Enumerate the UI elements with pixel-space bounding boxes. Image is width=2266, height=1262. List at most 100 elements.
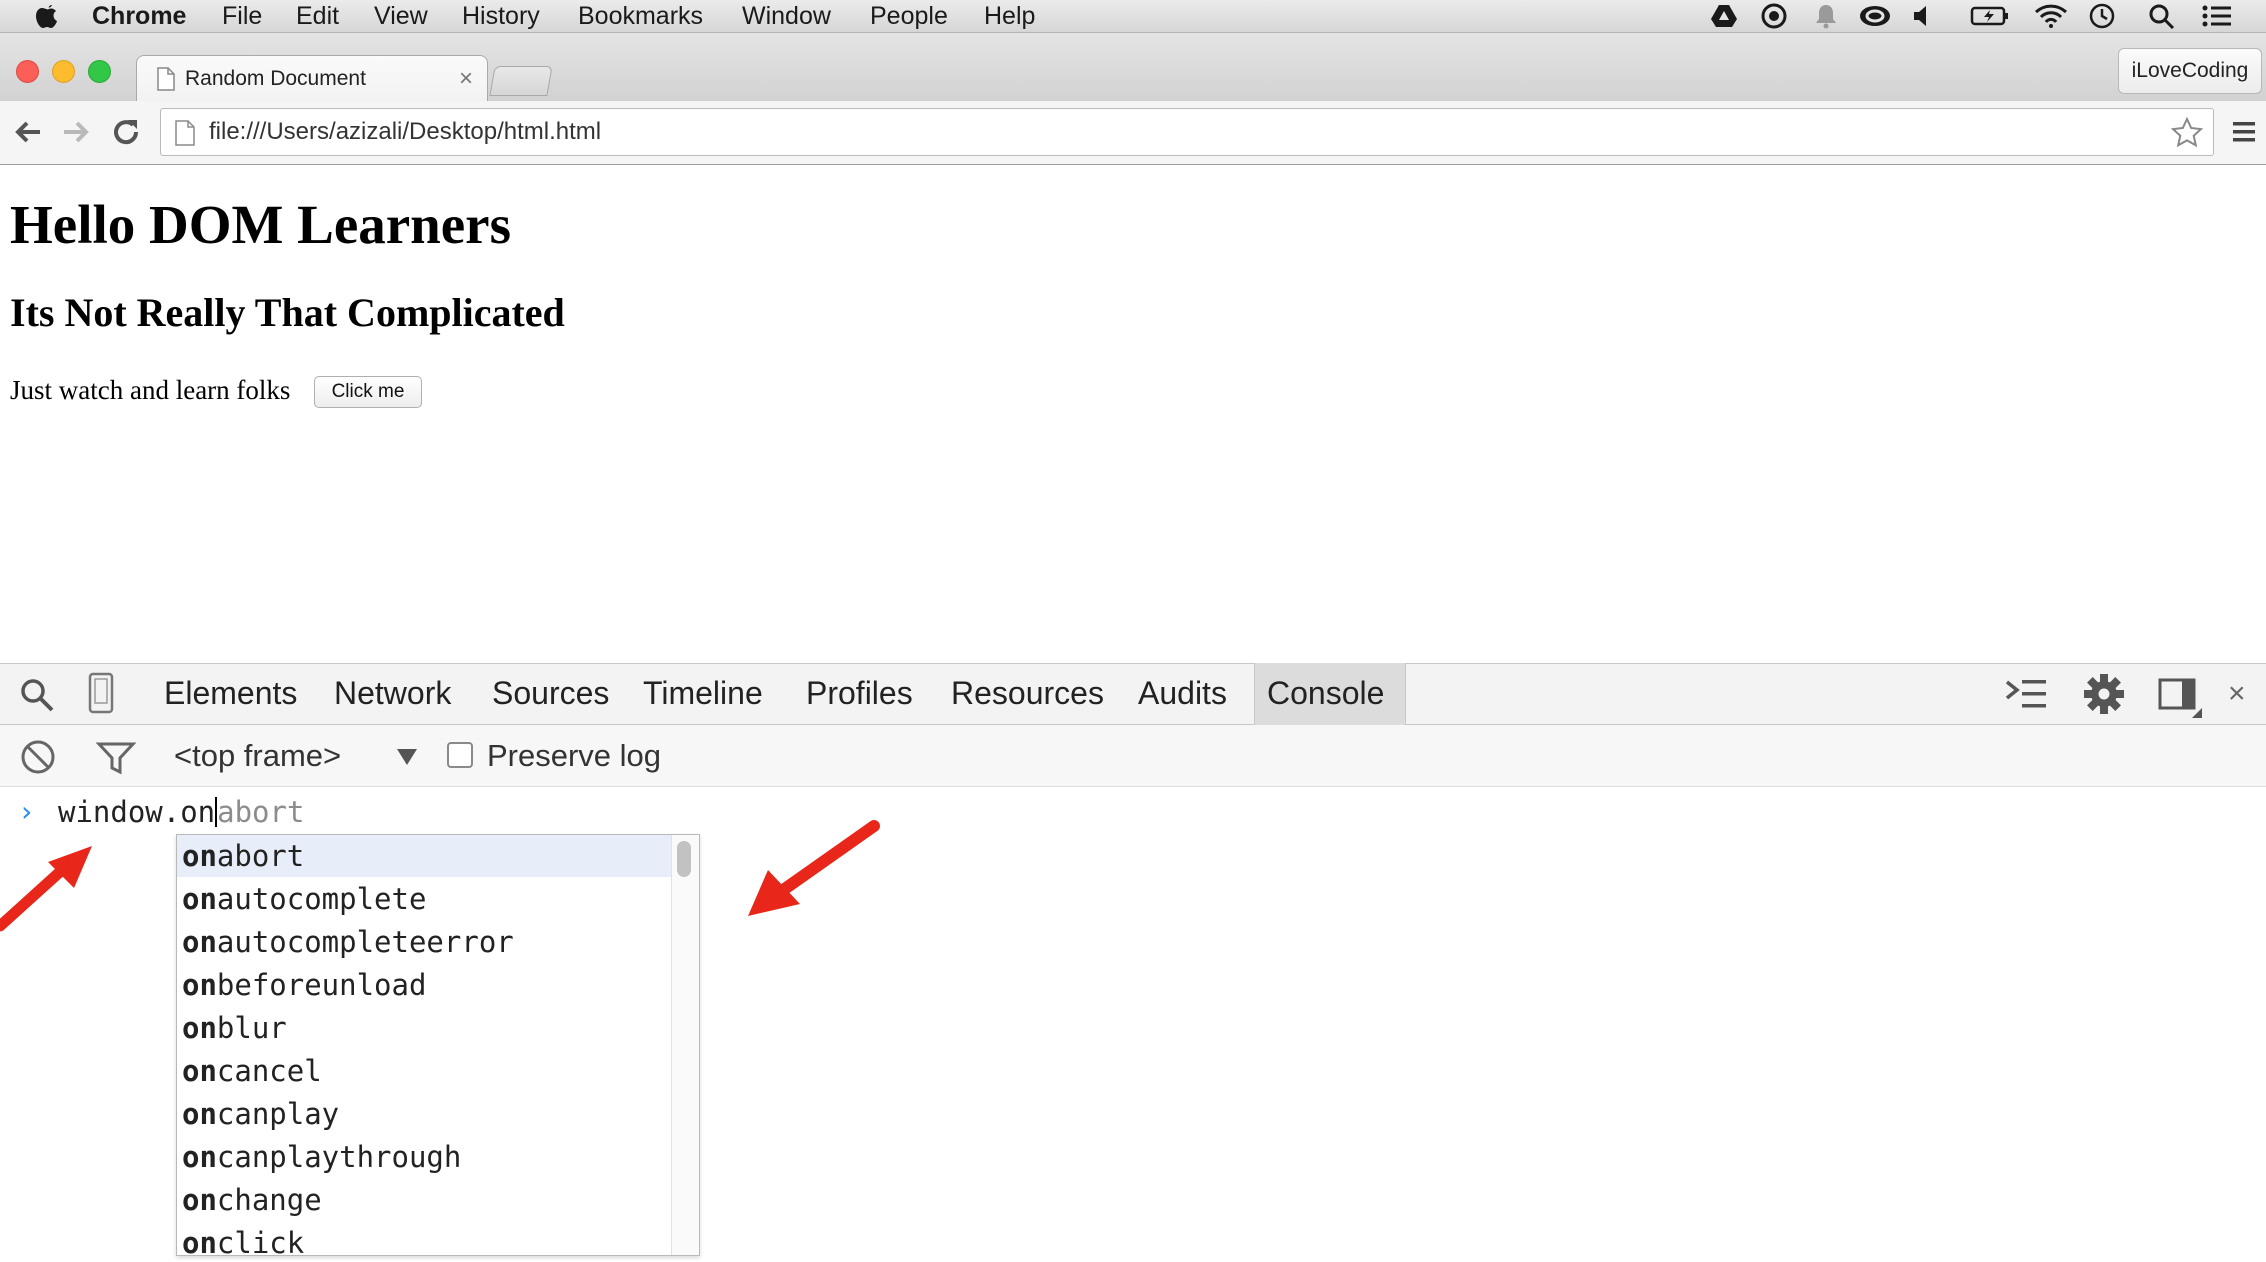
suggestion-item[interactable]: onautocompleteerror [177, 921, 671, 963]
google-drive-icon[interactable] [1710, 3, 1738, 29]
bookmark-star-icon[interactable] [2170, 116, 2204, 154]
annotation-arrow-right [748, 820, 880, 916]
document-icon [157, 67, 175, 96]
console-input[interactable]: window.onabort [58, 796, 304, 828]
suggestion-scrollbar-thumb[interactable] [677, 841, 691, 877]
zoom-window-button[interactable] [88, 60, 111, 83]
menu-bookmarks[interactable]: Bookmarks [578, 0, 703, 33]
filter-icon[interactable] [95, 740, 137, 781]
tab-audits[interactable]: Audits [1138, 663, 1227, 725]
tab-profiles[interactable]: Profiles [806, 663, 913, 725]
suggestion-prefix: on [182, 1011, 217, 1045]
battery-icon[interactable] [1970, 3, 2010, 29]
record-icon[interactable] [1760, 3, 1788, 29]
clear-console-icon[interactable] [20, 739, 56, 780]
suggestion-rest: autocomplete [216, 882, 427, 916]
context-selector[interactable]: <top frame> [174, 725, 341, 787]
creative-cloud-icon[interactable] [1858, 3, 1892, 29]
tab-close-icon[interactable]: × [459, 56, 473, 102]
click-me-button[interactable]: Click me [314, 376, 422, 408]
close-devtools-icon[interactable]: × [2228, 679, 2246, 709]
page-paragraph: Just watch and learn folks [10, 375, 291, 405]
notification-center-icon[interactable] [2200, 3, 2234, 29]
minimize-window-button[interactable] [52, 60, 75, 83]
suggestion-prefix: on [182, 839, 217, 873]
suggestion-prefix: on [182, 1183, 217, 1217]
close-window-button[interactable] [16, 60, 39, 83]
suggestion-prefix: on [182, 968, 217, 1002]
menu-edit[interactable]: Edit [296, 0, 339, 33]
tab-timeline[interactable]: Timeline [643, 663, 763, 725]
suggestion-prefix: on [182, 1097, 217, 1131]
page-heading: Hello DOM Learners [10, 194, 511, 255]
menu-history[interactable]: History [462, 0, 540, 33]
suggestion-rest: change [216, 1183, 322, 1217]
device-mode-icon[interactable] [88, 672, 114, 719]
tab-random-document[interactable]: Random Document × [136, 55, 488, 101]
menu-file[interactable]: File [222, 0, 262, 33]
tab-resources[interactable]: Resources [951, 663, 1104, 725]
suggestion-item[interactable]: onbeforeunload [177, 964, 671, 1006]
console-ghost-completion: abort [217, 795, 305, 829]
suggestion-rest: click [216, 1226, 305, 1256]
page-subheading: Its Not Really That Complicated [10, 290, 565, 335]
suggestion-rest: cancel [216, 1054, 322, 1088]
menu-window[interactable]: Window [742, 0, 831, 33]
menu-chrome[interactable]: Chrome [92, 0, 186, 33]
tab-console[interactable]: Console [1267, 663, 1384, 725]
tab-network[interactable]: Network [334, 663, 451, 725]
dropdown-triangle-icon[interactable] [396, 748, 418, 771]
preserve-log-checkbox[interactable] [447, 742, 473, 768]
spotlight-search-icon[interactable] [2148, 3, 2176, 30]
menu-people[interactable]: People [870, 0, 948, 33]
console-prompt-icon: › [18, 795, 35, 828]
console-typed-text: window.on [58, 795, 216, 829]
time-machine-icon[interactable] [2088, 3, 2116, 29]
tab-title: Random Document [185, 67, 366, 90]
tab-sources[interactable]: Sources [492, 663, 609, 725]
page-icon [175, 120, 195, 151]
suggestion-rest: autocompleteerror [216, 925, 514, 959]
preserve-log-label: Preserve log [487, 738, 662, 773]
inspect-search-icon[interactable] [18, 676, 56, 719]
new-tab-button[interactable] [489, 66, 553, 96]
suggestion-item[interactable]: oncancel [177, 1050, 671, 1092]
address-bar[interactable]: file:///Users/azizali/Desktop/html.html [160, 108, 2214, 156]
mac-menu-bar: Chrome File Edit View History Bookmarks … [0, 0, 2266, 33]
autocomplete-suggestions: onabort onautocomplete onautocompleteerr… [176, 834, 700, 1256]
volume-icon[interactable] [1910, 3, 1938, 29]
suggestion-item[interactable]: onclick [177, 1222, 671, 1256]
profile-button[interactable]: iLoveCoding [2118, 48, 2262, 94]
url-text: file:///Users/azizali/Desktop/html.html [209, 118, 602, 145]
apple-icon[interactable] [34, 0, 60, 33]
reload-icon[interactable] [108, 112, 144, 152]
notification-bell-icon[interactable] [1812, 3, 1840, 29]
chrome-menu-icon[interactable] [2230, 118, 2258, 151]
suggestion-item[interactable]: onautocomplete [177, 878, 671, 920]
suggestion-rest: abort [216, 839, 305, 873]
suggestion-item[interactable]: onblur [177, 1007, 671, 1049]
suggestion-rest: blur [216, 1011, 287, 1045]
forward-arrow-icon[interactable] [58, 112, 94, 152]
console-drawer-icon[interactable] [2004, 676, 2048, 717]
suggestion-rest: canplaythrough [216, 1140, 462, 1174]
suggestion-prefix: on [182, 882, 217, 916]
tab-elements[interactable]: Elements [164, 663, 297, 725]
dock-side-icon[interactable] [2158, 676, 2204, 723]
suggestion-rest: canplay [216, 1097, 340, 1131]
suggestion-item[interactable]: onabort [177, 835, 671, 877]
suggestion-prefix: on [182, 1140, 217, 1174]
suggestion-item[interactable]: onchange [177, 1179, 671, 1221]
menu-help[interactable]: Help [984, 0, 1035, 33]
wifi-icon[interactable] [2034, 3, 2068, 29]
settings-gear-icon[interactable] [2082, 672, 2126, 721]
suggestion-item[interactable]: oncanplay [177, 1093, 671, 1135]
back-arrow-icon[interactable] [10, 112, 46, 152]
suggestion-rest: beforeunload [216, 968, 427, 1002]
suggestion-item[interactable]: oncanplaythrough [177, 1136, 671, 1178]
suggestion-prefix: on [182, 1054, 217, 1088]
suggestion-prefix: on [182, 925, 217, 959]
suggestion-scrollbar-track[interactable] [671, 835, 699, 1255]
annotation-arrow-left [0, 846, 92, 932]
menu-view[interactable]: View [374, 0, 428, 33]
